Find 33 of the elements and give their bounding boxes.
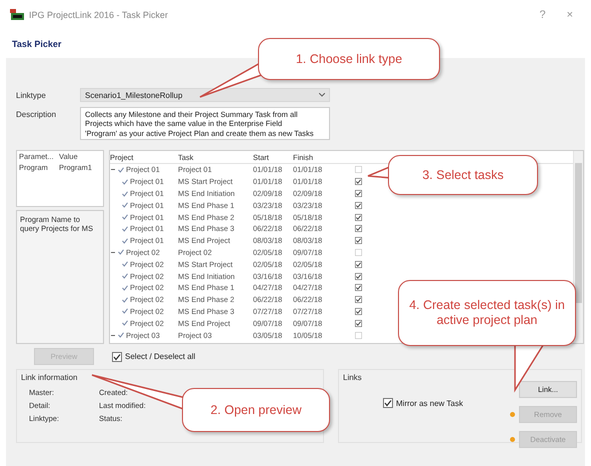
checkbox[interactable] [354, 178, 362, 186]
group-title: Links [343, 373, 363, 382]
checkbox[interactable] [354, 190, 362, 197]
chevron-down-icon [319, 93, 325, 97]
checkbox[interactable] [354, 284, 362, 292]
checkbox-label: Select / Deselect all [125, 352, 196, 362]
close-button[interactable]: × [558, 9, 581, 21]
callout-bubble: 1. Choose link type [258, 38, 440, 80]
checkbox[interactable] [354, 320, 362, 327]
checkbox-label: Mirror as new Task [396, 398, 463, 408]
checkbox[interactable] [354, 296, 362, 304]
group-title: Link information [21, 373, 78, 382]
window-title: IPG ProjectLink 2016 - Task Picker [29, 10, 169, 20]
app-icon [10, 9, 24, 21]
checkbox[interactable] [354, 202, 362, 209]
linktype-dropdown[interactable]: Scenario1_MilestoneRollup [80, 88, 330, 102]
checkbox[interactable] [354, 237, 362, 244]
checkbox[interactable] [383, 398, 393, 408]
callout-bubble: 2. Open preview [182, 388, 330, 432]
checkbox[interactable] [354, 260, 362, 268]
checkbox[interactable] [112, 352, 122, 362]
field-label: Description [16, 109, 58, 119]
checkbox[interactable] [354, 308, 362, 315]
field-label: Linktype [16, 90, 47, 100]
checkbox[interactable] [354, 225, 362, 232]
page-heading: Task Picker [12, 39, 62, 49]
checkbox[interactable] [354, 214, 362, 221]
callout-bubble: 3. Select tasks [388, 155, 538, 195]
callout-bubble: 4. Create selected task(s) in active project plan [398, 280, 576, 346]
scrollbar[interactable] [573, 151, 583, 344]
dropdown-value: Scenario1_MilestoneRollup [85, 90, 182, 100]
checkbox[interactable] [354, 272, 362, 280]
help-button[interactable]: ? [531, 9, 554, 21]
